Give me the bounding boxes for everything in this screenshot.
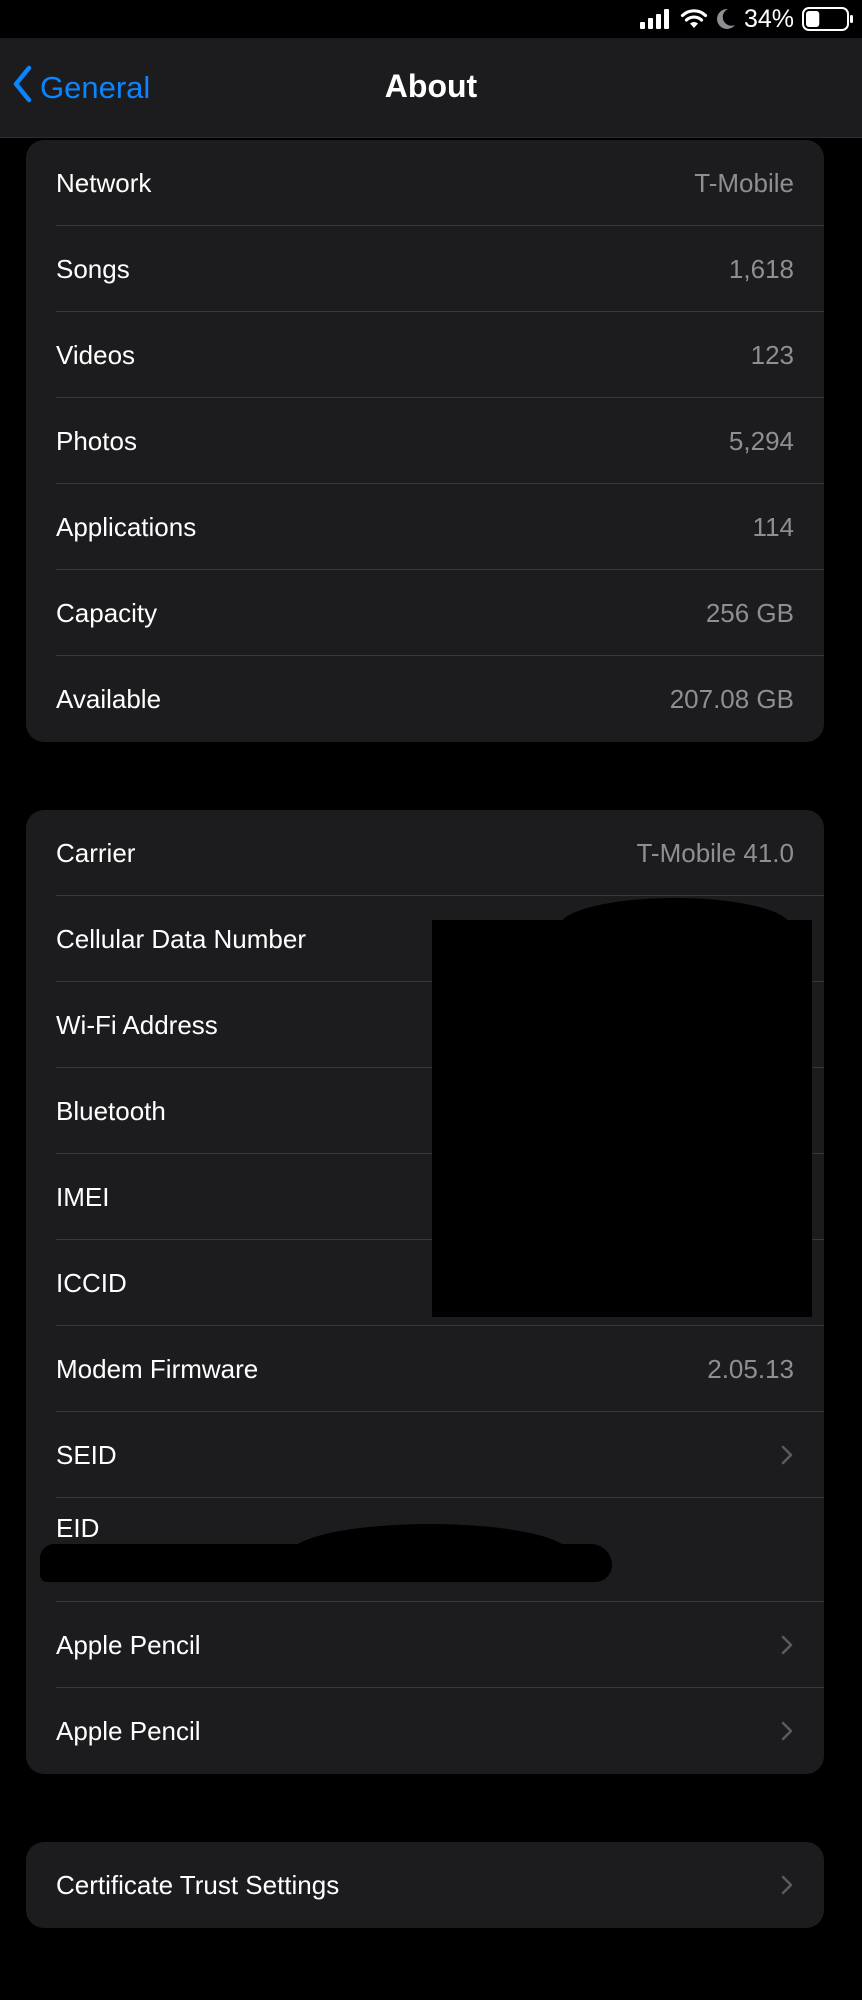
list-row-apple-pencil[interactable]: Apple Pencil [26, 1688, 824, 1774]
row-label: ICCID [56, 1268, 127, 1298]
row-label: Network [56, 168, 152, 198]
list-row-apple-pencil[interactable]: Apple Pencil [26, 1602, 824, 1688]
row-value: 123 [750, 340, 794, 370]
chevron-right-icon [781, 1635, 793, 1655]
row-label: Bluetooth [56, 1096, 166, 1126]
row-label: Available [56, 684, 162, 714]
list-row-seid[interactable]: SEID [26, 1412, 824, 1498]
list-row-certificate-trust-settings[interactable]: Certificate Trust Settings [26, 1842, 824, 1928]
row-label: IMEI [56, 1182, 110, 1212]
cellular-signal-icon [639, 9, 672, 29]
list-row-videos: Videos 123 [26, 312, 824, 398]
moon-icon [716, 8, 736, 30]
row-value: T-Mobile [694, 168, 794, 198]
chevron-right-icon [781, 1445, 793, 1465]
row-value: 5,294 [728, 426, 794, 456]
list-row-songs: Songs 1,618 [26, 226, 824, 312]
row-label: Cellular Data Number [56, 924, 306, 954]
status-bar: 34% [0, 0, 862, 38]
row-value: 2.05.13 [707, 1354, 794, 1384]
device-stats-group: Network T-Mobile Songs 1,618 Videos 123 … [26, 140, 824, 742]
list-row-capacity: Capacity 256 GB [26, 570, 824, 656]
row-label: Certificate Trust Settings [56, 1870, 340, 1900]
chevron-right-icon [781, 1875, 793, 1895]
battery-percent: 34% [743, 4, 794, 33]
list-row-applications: Applications 114 [26, 484, 824, 570]
row-label: Capacity [56, 598, 158, 628]
row-label: SEID [56, 1440, 117, 1470]
redaction-mark [432, 920, 812, 1317]
list-row-network: Network T-Mobile [26, 140, 824, 226]
status-indicators: 34% [639, 4, 854, 33]
row-label: Wi-Fi Address [56, 1010, 218, 1040]
navigation-bar: General About [0, 38, 862, 138]
row-label: Photos [56, 426, 137, 456]
row-label: Apple Pencil [56, 1716, 201, 1746]
row-label: Modem Firmware [56, 1354, 259, 1384]
row-value: 1,618 [728, 254, 794, 284]
row-label: Videos [56, 340, 136, 370]
page-title: About [384, 68, 478, 104]
list-row-carrier: Carrier T-Mobile 41.0 [26, 810, 824, 896]
redaction-mark [40, 1544, 612, 1582]
list-row-available: Available 207.08 GB [26, 656, 824, 742]
row-label: Apple Pencil [56, 1630, 201, 1660]
row-value: 207.08 GB [669, 684, 794, 714]
row-value: 114 [752, 512, 794, 542]
row-label: Carrier [56, 838, 136, 868]
row-label: Applications [56, 512, 197, 542]
row-value: T-Mobile 41.0 [636, 838, 794, 868]
row-value: 256 GB [705, 598, 794, 628]
certificate-group: Certificate Trust Settings [26, 1842, 824, 1928]
row-label: Songs [56, 254, 130, 284]
list-row-modem-firmware: Modem Firmware 2.05.13 [26, 1326, 824, 1412]
list-row-photos: Photos 5,294 [26, 398, 824, 484]
chevron-right-icon [781, 1721, 793, 1741]
wifi-icon [680, 8, 708, 30]
battery-icon [802, 7, 854, 31]
